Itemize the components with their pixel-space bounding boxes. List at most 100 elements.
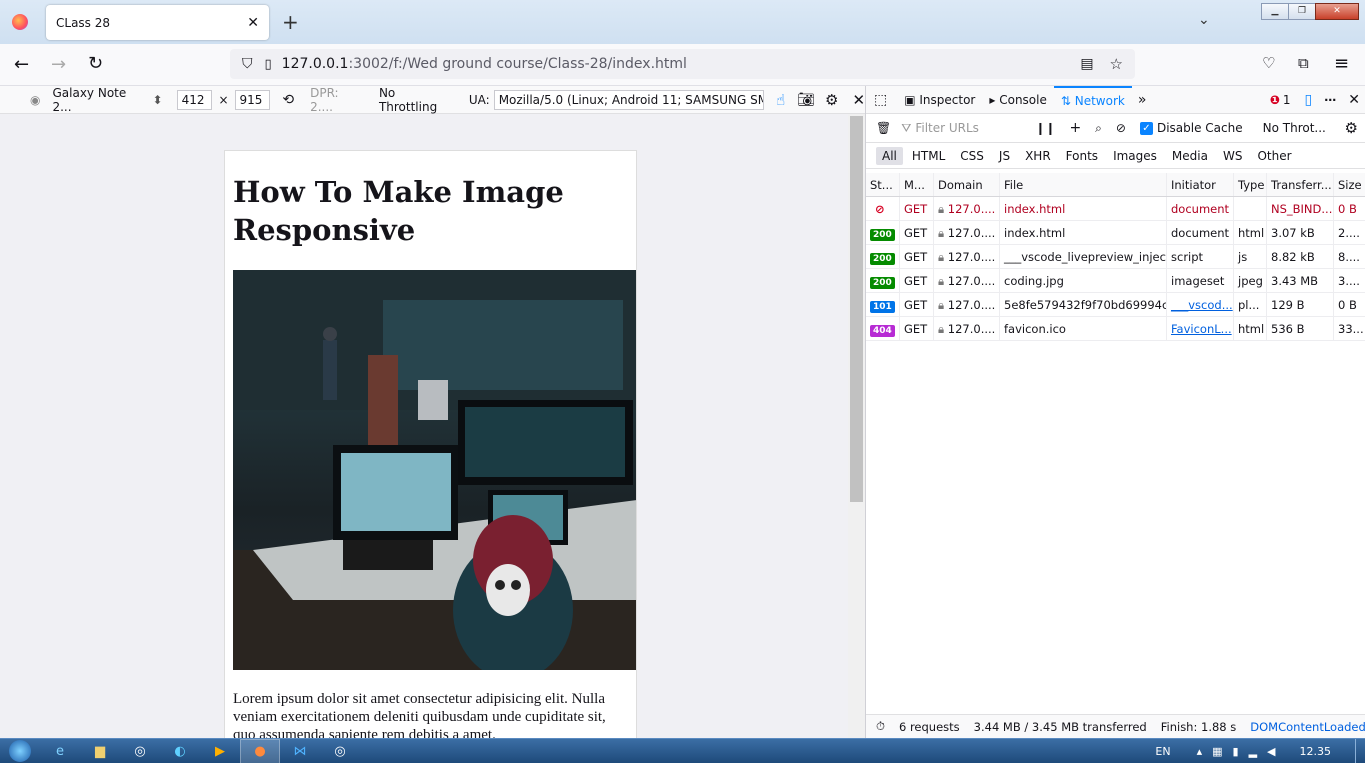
cell-size-text: 3.... [1338,274,1360,288]
more-tabs-icon[interactable]: » [1138,92,1147,108]
disable-cache-checkbox[interactable]: ✓ [1139,121,1153,135]
network-throttle-selector[interactable]: No Throt... [1263,121,1326,135]
table-row[interactable]: ⊘ GET 🔒︎ 127.0.... index.html document NS_BIN… [866,197,1365,221]
media-player-taskbar-icon[interactable]: ▶ [200,739,240,763]
viewport-height-input[interactable]: 915 [234,89,271,110]
tab-console[interactable]: ▸ Console [982,86,1053,114]
col-initiator[interactable]: Initiator [1167,173,1234,196]
network-settings-icon[interactable]: ⚙ [1345,119,1358,137]
filter-images[interactable]: Images [1107,147,1163,165]
menu-icon[interactable]: ≡ [1334,53,1349,74]
chrome-taskbar-icon[interactable]: ◎ [120,739,160,763]
rotate-icon[interactable]: ⟲ [282,92,294,108]
filter-ws[interactable]: WS [1217,147,1248,165]
col-size[interactable]: Size [1334,173,1365,196]
firefox-taskbar-icon[interactable]: ● [240,738,280,763]
signal-tray-icon[interactable]: ▂ [1249,745,1257,758]
filter-xhr[interactable]: XHR [1019,147,1057,165]
edge-taskbar-icon[interactable]: ◐ [160,739,200,763]
volume-tray-icon[interactable]: ◀ [1267,745,1275,758]
col-type[interactable]: Type [1234,173,1267,196]
summary-requests: 6 requests [898,719,960,734]
col-domain[interactable]: Domain [934,173,1000,196]
new-tab-icon[interactable]: + [282,10,299,34]
status-badge: 200 [870,277,895,289]
user-agent-input[interactable]: Mozilla/5.0 (Linux; Android 11; SAMSUNG … [493,89,765,110]
filter-all[interactable]: All [876,146,903,165]
col-method[interactable]: M... [900,173,934,196]
scrollbar-thumb[interactable] [850,116,863,502]
throttling-selector[interactable]: No Throttling [375,86,461,114]
start-button[interactable] [0,739,40,763]
clock[interactable]: 12.35 [1300,745,1332,758]
tab-network[interactable]: ⇅ Network [1053,85,1132,114]
col-transferred[interactable]: Transferr... [1267,173,1334,196]
reload-icon[interactable]: ↻ [88,53,103,74]
maximize-button[interactable]: ❐ [1288,2,1316,20]
pocket-icon[interactable]: ♡ [1262,54,1275,72]
ie-taskbar-icon[interactable]: e [40,739,80,763]
element-picker-icon[interactable]: ⬚ [874,92,887,108]
tab-inspector[interactable]: ▣ Inspector [897,86,982,114]
table-row[interactable]: 101 GET 🔒︎ 127.0.... 5e8fe579432f9f70bd6999… [866,293,1365,317]
close-rdm-icon[interactable]: ✕ [852,91,865,109]
network-summary: ⏱ 6 requests 3.44 MB / 3.45 MB transferr… [866,714,1365,738]
add-icon[interactable]: + [1069,120,1081,136]
table-row[interactable]: 200 GET 🔒︎ 127.0.... index.html document html… [866,221,1365,245]
table-row[interactable]: 200 GET 🔒︎ 127.0.... ___vscode_livepreview_… [866,245,1365,269]
filter-html[interactable]: HTML [906,147,951,165]
battery-tray-icon[interactable]: ▮ [1233,745,1239,758]
filter-js[interactable]: JS [993,147,1016,165]
dpr-selector[interactable]: DPR: 2.... [306,86,369,114]
bookmark-star-icon[interactable]: ☆ [1110,55,1123,73]
trash-icon[interactable]: 🗑︎ [876,121,891,135]
cell-type [1234,197,1267,220]
touch-simulation-icon[interactable]: ☝ [776,91,785,109]
dock-icon[interactable]: ▯ [1305,92,1313,108]
cell-domain-text: 127.0.... [947,274,996,288]
close-tab-icon[interactable]: ✕ [247,15,259,31]
filter-other[interactable]: Other [1251,147,1297,165]
filter-css[interactable]: CSS [954,147,990,165]
cell-type-text: pl... [1238,298,1260,312]
minimize-button[interactable]: ▁ [1261,2,1289,20]
block-icon[interactable]: ⊘ [1116,121,1126,135]
col-file[interactable]: File [1000,173,1167,196]
close-window-button[interactable]: ✕ [1315,2,1359,20]
error-icon[interactable]: ❶ [1270,93,1280,107]
show-desktop-button[interactable] [1355,739,1365,763]
vscode-taskbar-icon[interactable]: ⋈ [280,739,320,763]
disable-cache-label[interactable]: Disable Cache [1157,121,1243,135]
back-icon[interactable]: ← [14,54,29,75]
firefox-menu-icon[interactable] [12,14,28,30]
url-bar[interactable]: ⛉ ▯ 127.0.0.1:3002/f:/Wed ground course/… [230,49,1135,79]
shield-icon[interactable]: ⛉ [242,56,253,72]
col-status[interactable]: St... [866,173,900,196]
filter-urls-input[interactable]: Filter URLs [915,121,1035,135]
chrome-taskbar-icon-2[interactable]: ◎ [320,739,360,763]
forward-icon[interactable]: → [51,54,66,75]
tab-list-chevron-icon[interactable]: ⌄ [1198,12,1210,28]
search-icon[interactable]: ⌕ [1095,121,1102,136]
reader-view-icon[interactable]: ▤ [1080,56,1093,72]
settings-icon[interactable]: ⚙ [825,91,838,109]
more-options-icon[interactable]: ⋯ [1324,93,1336,107]
close-devtools-icon[interactable]: ✕ [1348,92,1360,108]
browser-tab[interactable]: CLass 28 ✕ [46,5,269,40]
table-row[interactable]: 200 GET 🔒︎ 127.0.... coding.jpg imageset jpeg… [866,269,1365,293]
tray-arrow-icon[interactable]: ▴ [1197,745,1203,758]
screenshot-icon[interactable]: 📷︎ [797,92,815,108]
table-row[interactable]: 404 GET 🔒︎ 127.0.... favicon.ico FaviconL...… [866,317,1365,341]
filter-media[interactable]: Media [1166,147,1214,165]
network-tray-icon[interactable]: ▦ [1212,745,1222,758]
filter-fonts[interactable]: Fonts [1060,147,1104,165]
cell-initiator-text: document [1171,202,1230,216]
viewport-width-input[interactable]: 412 [176,89,213,110]
error-count[interactable]: 1 [1283,93,1291,107]
extensions-icon[interactable]: ⧉ [1298,54,1309,72]
explorer-taskbar-icon[interactable]: ▆ [80,739,120,763]
devtools-panel: ⬚ ▣ Inspector ▸ Console ⇅ Network » ❶ 1 … [865,85,1365,738]
language-indicator[interactable]: EN [1155,745,1170,758]
pause-icon[interactable]: ❙❙ [1035,121,1055,135]
device-selector[interactable]: Galaxy Note 2... [48,86,152,114]
